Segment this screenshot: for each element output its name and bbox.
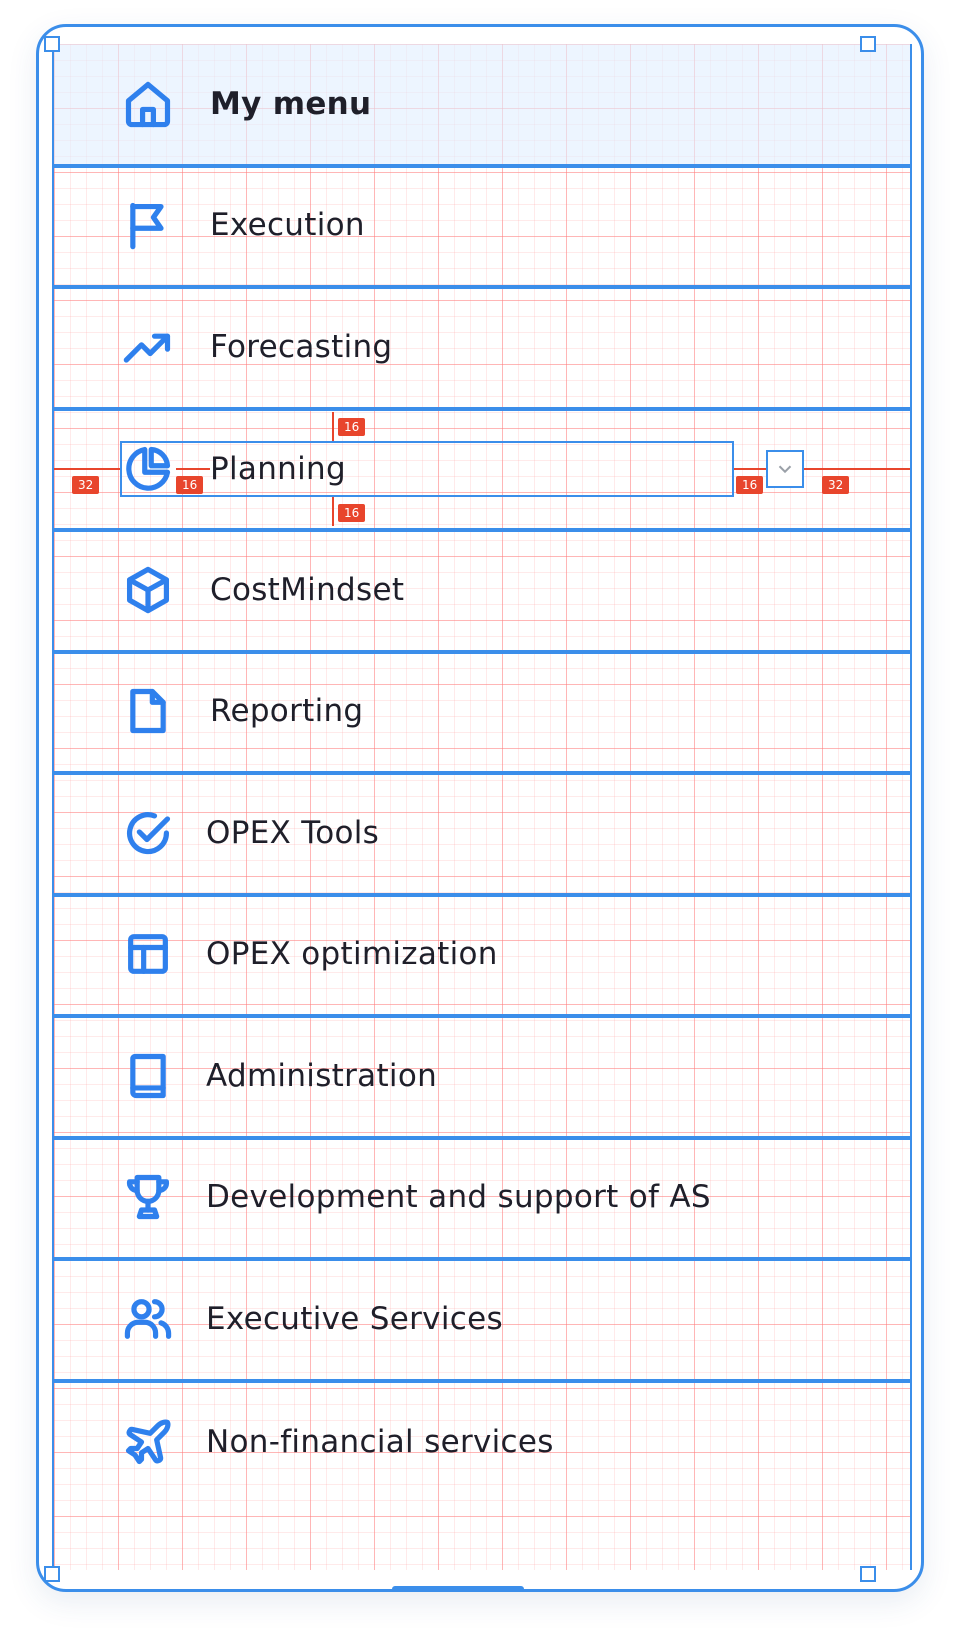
spacing-line-bottom	[332, 497, 334, 526]
spacing-badge-right-inner: 16	[736, 476, 764, 494]
users-icon	[120, 1291, 176, 1347]
file-icon	[120, 683, 176, 739]
menu-item-planning[interactable]: Planning 16 16 32 16 16 32	[54, 408, 910, 532]
spacing-line-top	[332, 412, 334, 441]
menu-item-costmindset[interactable]: CostMindset	[54, 530, 910, 654]
menu-item-label: OPEX optimization	[206, 936, 498, 972]
spacing-badge-bottom: 16	[338, 504, 366, 522]
spacing-badge-left-inner: 16	[176, 476, 204, 494]
flag-icon	[120, 197, 176, 253]
menu-item-label: Non-financial services	[206, 1424, 554, 1460]
menu-item-my-menu[interactable]: My menu	[54, 44, 910, 168]
menu-item-opex-optimization[interactable]: OPEX optimization	[54, 894, 910, 1018]
menu-item-administration[interactable]: Administration	[54, 1016, 910, 1140]
expand-button[interactable]	[766, 450, 804, 488]
menu-item-label: Administration	[206, 1058, 438, 1094]
menu-item-label: Development and support of AS	[206, 1179, 711, 1215]
menu-item-label: Execution	[210, 207, 365, 243]
menu-item-label: OPEX Tools	[206, 815, 380, 851]
menu-item-non-financial-services[interactable]: Non-financial services	[54, 1380, 910, 1504]
check-circle-icon	[120, 805, 176, 861]
menu-item-executive-services[interactable]: Executive Services	[54, 1259, 910, 1383]
menu-item-label: Forecasting	[210, 329, 393, 365]
bottom-edge-indicator	[392, 1586, 524, 1592]
spacing-line-left-outer	[54, 468, 120, 470]
menu-item-label: Planning	[210, 451, 346, 487]
menu-item-label: Executive Services	[206, 1301, 503, 1337]
resize-handle-top-left[interactable]	[44, 36, 60, 52]
spacing-line-right-outer	[804, 468, 910, 470]
home-icon	[120, 76, 176, 132]
menu-item-opex-tools[interactable]: OPEX Tools	[54, 773, 910, 897]
chevron-down-icon	[778, 465, 792, 474]
menu-item-development-support[interactable]: Development and support of AS	[54, 1137, 910, 1261]
resize-handle-bottom-left[interactable]	[44, 1566, 60, 1582]
trophy-icon	[120, 1169, 176, 1225]
menu-item-label: My menu	[210, 86, 372, 122]
trending-up-icon	[120, 319, 176, 375]
pie-chart-icon	[120, 441, 176, 497]
menu-item-label: CostMindset	[210, 572, 405, 608]
resize-handle-top-right[interactable]	[860, 36, 876, 52]
side-menu: My menu Execution Forecasting Planning 1…	[52, 44, 912, 1570]
spacing-line-right-inner	[734, 468, 766, 470]
resize-handle-bottom-right[interactable]	[860, 1566, 876, 1582]
book-icon	[120, 1048, 176, 1104]
layout-icon	[120, 926, 176, 982]
menu-item-execution[interactable]: Execution	[54, 165, 910, 289]
spacing-line-left-inner	[176, 468, 210, 470]
spacing-badge-right-outer: 32	[822, 476, 850, 494]
plane-icon	[120, 1414, 176, 1470]
menu-item-forecasting[interactable]: Forecasting	[54, 287, 910, 411]
menu-item-label: Reporting	[210, 693, 364, 729]
spacing-badge-left-outer: 32	[72, 476, 100, 494]
box-icon	[120, 562, 176, 618]
menu-item-reporting[interactable]: Reporting	[54, 651, 910, 775]
spacing-badge-top: 16	[338, 418, 366, 436]
